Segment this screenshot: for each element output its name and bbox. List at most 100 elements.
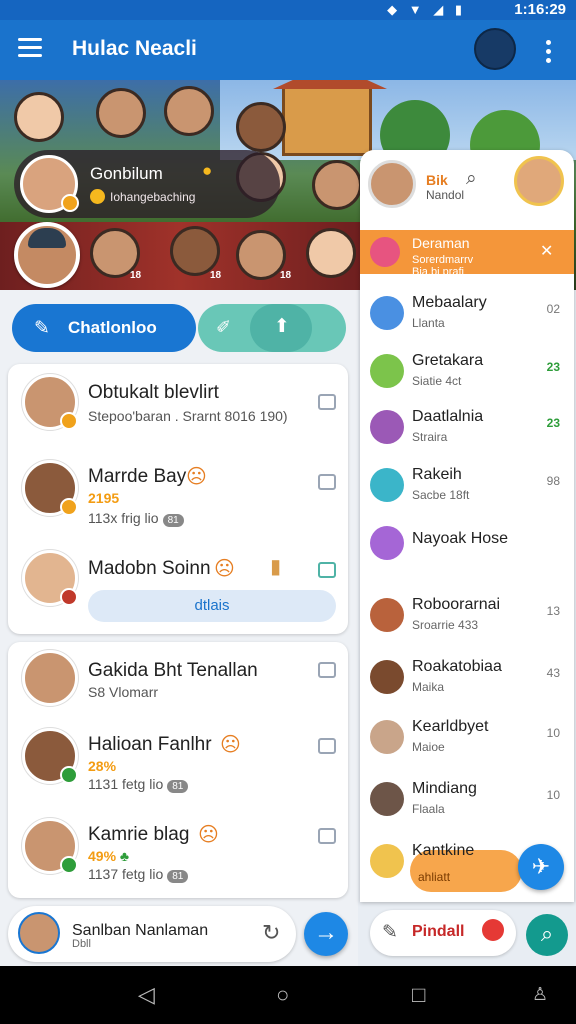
select-checkbox[interactable] [318, 562, 336, 578]
chat-row[interactable]: Obtukalt blevlirt Stepoo'baran . Srarnt … [8, 372, 348, 442]
contact-count: 02 [546, 302, 560, 316]
recents-icon[interactable]: □ [412, 982, 425, 1008]
select-checkbox[interactable] [318, 474, 336, 490]
back-icon[interactable]: ◁ [138, 982, 155, 1008]
count-pill: 81 [162, 514, 184, 527]
avatar [370, 410, 404, 444]
pen-icon: ✎ [382, 922, 398, 943]
banner-character [164, 86, 214, 136]
app-bar: Hulac Neacli [0, 20, 576, 80]
search-button[interactable]: ⌕ [526, 914, 568, 956]
contact-count: 23 [546, 360, 560, 374]
expand-icon[interactable]: ✕ [540, 241, 553, 261]
chat-preview: S8 Vlomarr [88, 684, 159, 700]
banner-character [14, 92, 64, 142]
chat-name: Kamrie blag [88, 824, 190, 845]
avatar [22, 728, 78, 784]
chat-meta: 1137 fetg lio 81 [88, 866, 189, 883]
contact-item[interactable]: Roakatobiaa Maika 43 [360, 648, 574, 708]
banner-character [306, 228, 356, 278]
chat-row[interactable]: Kamrie blag ☹ 49% ♣ 1137 fetg lio 81 [8, 814, 348, 890]
avatar [370, 598, 404, 632]
contact-item[interactable]: Mebaalary Llanta 02 [360, 284, 574, 344]
select-checkbox[interactable] [318, 738, 336, 754]
chat-stat: 28% [88, 758, 117, 774]
banner-character [236, 102, 286, 152]
pin-bar[interactable]: ✎ Pindall [370, 910, 516, 956]
compose-button[interactable]: ✎ Chatlonloo [12, 304, 196, 352]
chat-row[interactable]: Gakida Bht Tenallan S8 Vlomarr [8, 648, 348, 718]
search-icon[interactable]: ⌕ [466, 168, 477, 190]
pinned-sub-line: Bia.bi prafi [412, 266, 464, 278]
avatar [22, 460, 78, 516]
pinned-banner[interactable]: Deraman Sorerdmarrv Bia.bi prafi ✕ [360, 230, 574, 278]
contact-sub: Siatie 4ct [412, 374, 462, 388]
banner-character [236, 230, 286, 280]
my-story-avatar[interactable] [14, 222, 80, 288]
hamburger-menu-icon[interactable] [18, 38, 42, 58]
banner-tag: 18 [210, 270, 222, 281]
sync-icon[interactable]: ↻ [262, 920, 280, 946]
banner-tag: 18 [130, 270, 142, 281]
smile-icon [90, 189, 105, 204]
home-icon[interactable]: ○ [276, 982, 289, 1008]
avatar[interactable] [514, 156, 564, 206]
chat-meta: 113x frig lio 81 [88, 510, 184, 527]
contact-name: Daatlalnia [412, 408, 484, 425]
pencil-icon: ✎ [34, 318, 50, 339]
contact-sub: Maika [412, 680, 445, 694]
avatar [18, 912, 60, 954]
details-button[interactable]: dtlais [88, 590, 336, 622]
banner-house [273, 80, 387, 156]
chat-row[interactable]: Madobn Soinn ☹ ▮ dtlais [8, 548, 348, 628]
panel-subtitle: Nandol [426, 188, 465, 202]
current-chat-sub: Dbll [72, 938, 91, 950]
avatar [370, 782, 404, 816]
profile-avatar[interactable] [474, 28, 516, 70]
contact-item[interactable]: Kantkine [360, 832, 520, 892]
avatar[interactable] [368, 160, 416, 208]
send-plane-button[interactable]: ✈ [518, 844, 564, 890]
select-checkbox[interactable] [318, 394, 336, 410]
contact-item[interactable]: Gretakara Siatie 4ct 23 [360, 342, 574, 402]
arrow-right-icon: → [314, 919, 338, 946]
avatar [370, 354, 404, 388]
accessibility-icon[interactable]: ♙ [532, 984, 548, 1005]
current-chat-name: Sanlban Nanlaman [72, 922, 209, 939]
contact-item[interactable]: Roboorarnai Sroarrie 433 13 [360, 586, 574, 646]
contact-item[interactable]: Daatlalnia Straira 23 [360, 398, 574, 458]
pen-icon: ✐ [216, 317, 232, 337]
current-chat-bar[interactable]: Sanlban Nanlaman Dbll ↻ [8, 906, 296, 962]
contact-item[interactable]: Kearldbyet Maioe 10 [360, 708, 574, 768]
select-checkbox[interactable] [318, 828, 336, 844]
chat-name: Marrde Bay [88, 466, 187, 487]
contact-sub: Flaala [412, 802, 445, 816]
select-checkbox[interactable] [318, 662, 336, 678]
featured-chat-chip[interactable]: Gonbilum ● Iohangebaching [14, 150, 280, 218]
chat-name: Halioan Fanlhr [88, 734, 212, 755]
chat-meta-text: 1131 fetg lio [88, 776, 164, 792]
status-bar: ◆ ▼ ◢ ▮ 1:16:29 [0, 0, 576, 20]
avatar [370, 468, 404, 502]
chat-row[interactable]: Halioan Fanlhr ☹ 28% 1131 fetg lio 81 [8, 724, 348, 800]
chat-preview: Stepoo'baran . Srarnt 8016 190) [88, 408, 288, 424]
mode-toggle[interactable]: ✐ ⬆ [198, 304, 346, 352]
more-options-icon[interactable] [546, 40, 552, 67]
chat-group-card: Gakida Bht Tenallan S8 Vlomarr Halioan F… [8, 642, 348, 898]
avatar [370, 526, 404, 560]
sad-emoji-icon: ☹ [186, 466, 207, 488]
send-button[interactable]: → [304, 912, 348, 956]
chat-group-card: Obtukalt blevlirt Stepoo'baran . Srarnt … [8, 364, 348, 634]
contact-item[interactable]: Rakeih Sacbe 18ft 98 [360, 456, 574, 516]
contact-sub: Maioe [412, 740, 445, 754]
chat-stat-wrap: 49% ♣ [88, 848, 129, 864]
pinned-sub-line: Sorerdmarrv [412, 254, 474, 266]
chat-meta: 1131 fetg lio 81 [88, 776, 189, 793]
banner-character [96, 88, 146, 138]
contact-item[interactable]: Mindiang Flaala 10 [360, 770, 574, 830]
notification-dot-icon [482, 919, 504, 941]
avatar [22, 550, 78, 606]
chat-row[interactable]: Marrde Bay ☹ 2195 113x frig lio 81 [8, 456, 348, 527]
contact-item[interactable]: Nayoak Hose [360, 514, 574, 574]
contact-count: 98 [546, 474, 560, 488]
